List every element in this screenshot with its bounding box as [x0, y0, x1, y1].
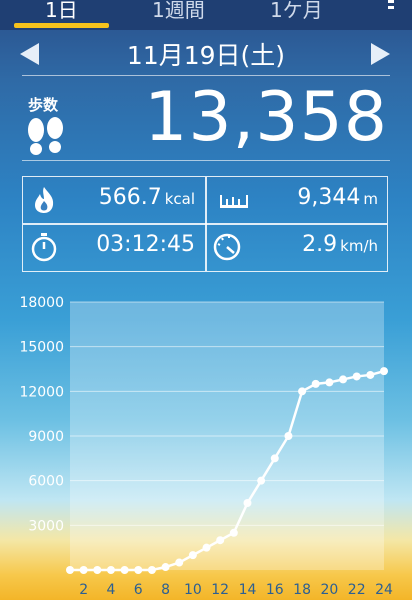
x-tick-label: 8: [161, 582, 170, 598]
x-tick-label: 24: [375, 582, 393, 598]
duration-value: 03:12:45: [96, 232, 195, 257]
y-tick-label: 9000: [28, 429, 64, 445]
y-tick-label: 12000: [19, 384, 64, 400]
x-tick-label: 18: [293, 582, 311, 598]
stopwatch-icon: [31, 233, 57, 262]
data-point: [93, 566, 102, 574]
data-point: [66, 566, 74, 574]
calories-unit: kcal: [164, 190, 195, 208]
x-tick-label: 6: [134, 582, 143, 598]
flame-icon: [35, 187, 54, 213]
speed-unit: km/h: [340, 237, 378, 255]
data-point: [257, 476, 266, 485]
data-point: [134, 566, 143, 574]
footprints-icon: [28, 117, 63, 155]
speed-value: 2.9: [302, 232, 338, 257]
data-point: [366, 370, 375, 379]
stats-grid: 566.7 kcal 9,344 m 03:12:45 2.9 km/h: [22, 176, 388, 272]
y-tick-label: 15000: [19, 340, 64, 356]
data-point: [270, 454, 279, 463]
current-date: 11月19日(土): [126, 41, 286, 70]
x-tick-label: 12: [211, 582, 229, 598]
x-tick-label: 22: [348, 582, 366, 598]
distance-cell: 9,344 m: [206, 177, 388, 223]
steps-count: 13,358: [144, 78, 388, 157]
date-navigator: 11月19日(土): [0, 30, 412, 80]
data-point: [243, 499, 252, 507]
data-point: [284, 432, 293, 440]
duration-cell: 03:12:45: [23, 224, 205, 270]
distance-unit: m: [363, 190, 378, 208]
y-tick-label: 18000: [19, 295, 64, 311]
next-day-icon[interactable]: [371, 43, 390, 65]
divider: [22, 75, 390, 76]
x-tick-label: 2: [79, 582, 88, 598]
data-point: [161, 563, 170, 572]
data-point: [79, 566, 88, 574]
x-tick-label: 20: [320, 582, 338, 598]
distance-value: 9,344: [297, 185, 361, 210]
data-point: [202, 543, 211, 552]
steps-label: 歩数: [28, 96, 59, 114]
data-point: [352, 372, 361, 381]
data-point: [298, 387, 307, 396]
y-tick-label: 6000: [28, 474, 64, 490]
data-point: [380, 367, 388, 376]
data-point: [339, 375, 348, 384]
tab-day[interactable]: 1日: [45, 0, 78, 23]
tab-week[interactable]: 1週間: [152, 0, 205, 23]
x-tick-label: 4: [106, 582, 115, 598]
ruler-icon: [220, 195, 248, 208]
hourly-steps-chart: 300060009000120001500018000 2 4 6 8 10 12 14 16…: [19, 295, 393, 598]
data-point: [229, 528, 238, 537]
data-point: [325, 378, 334, 387]
period-tabs: 1日 1週間 1ケ月: [0, 0, 412, 30]
tab-month[interactable]: 1ケ月: [270, 0, 323, 23]
calories-value: 566.7: [98, 185, 162, 210]
calories-cell: 566.7 kcal: [23, 177, 205, 223]
y-tick-label: 3000: [28, 518, 64, 534]
data-point: [311, 379, 320, 388]
speed-cell: 2.9 km/h: [206, 224, 388, 270]
x-tick-label: 16: [266, 582, 284, 598]
active-tab-indicator: [14, 23, 109, 28]
divider: [22, 160, 390, 161]
data-point: [216, 536, 225, 545]
x-tick-label: 10: [184, 582, 202, 598]
data-point: [147, 566, 156, 574]
speedometer-icon: [213, 233, 241, 261]
x-tick-label: 14: [239, 582, 257, 598]
data-point: [106, 566, 115, 574]
data-point: [175, 558, 184, 567]
data-point: [120, 566, 129, 574]
data-point: [188, 551, 197, 560]
menu-icon[interactable]: [388, 0, 394, 12]
